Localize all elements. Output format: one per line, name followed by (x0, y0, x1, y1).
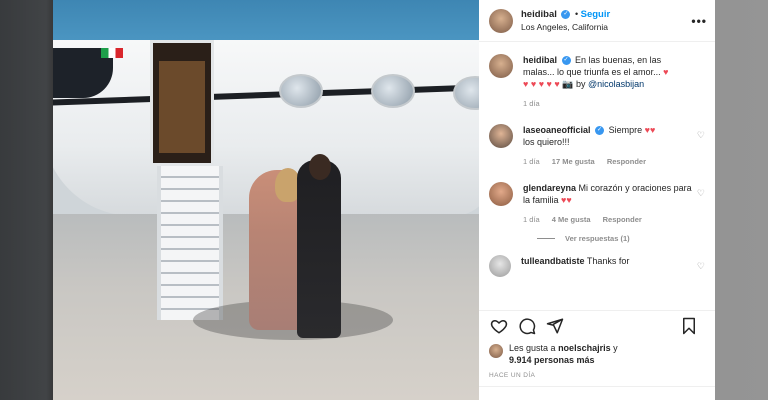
action-bar (479, 310, 715, 340)
caption: heidibal ✓ En las buenas, en las malas..… (489, 54, 705, 110)
commenter-username[interactable]: glendareyna (523, 183, 576, 193)
comment-like-icon[interactable]: ♡ (697, 261, 705, 272)
comment-like-icon[interactable]: ♡ (697, 188, 705, 199)
post-photo[interactable] (53, 0, 479, 400)
comment-text: Thanks for (586, 256, 630, 266)
caption-username[interactable]: heidibal (523, 55, 557, 65)
man-figure (297, 160, 341, 338)
liker-username[interactable]: noelschajris (558, 343, 611, 353)
heart-outline-icon[interactable] (489, 316, 509, 336)
jet-door (150, 40, 214, 166)
comment-item: laseoaneofficial ✓ Siempre ♥♥ los quiero… (489, 124, 705, 168)
jet-window (371, 74, 415, 108)
commenter-avatar[interactable] (489, 124, 513, 148)
commenter-username[interactable]: laseoaneofficial (523, 125, 591, 135)
likes-suffix: y (613, 343, 618, 353)
commenter-username[interactable]: tulleandbatiste (521, 256, 585, 266)
hearts-emoji: ♥♥ (561, 195, 572, 205)
author-avatar[interactable] (489, 8, 513, 33)
comment-bubble-icon[interactable] (517, 316, 537, 336)
caption-mention[interactable]: @nicolasbijan (588, 79, 644, 89)
comment-text-continued: los quiero!!! (523, 137, 570, 147)
comment-item: glendareyna Mi corazón y oraciones para … (489, 182, 705, 226)
verified-icon: ✓ (561, 10, 571, 20)
verified-icon: ✓ (595, 126, 605, 136)
hearts-emoji: ♥♥ (644, 125, 656, 135)
author-username[interactable]: heidibal (521, 9, 557, 20)
reply-button[interactable]: Responder (607, 157, 646, 166)
italy-flag-decal (101, 48, 123, 58)
likes-summary: Les gusta a noelschajris y 9.914 persona… (479, 340, 715, 368)
header-separator: • (574, 9, 579, 19)
comments-list[interactable]: heidibal ✓ En las buenas, en las malas..… (479, 42, 715, 310)
view-replies-button[interactable]: Ver respuestas (1) (537, 234, 705, 243)
comment-time[interactable]: 1 día (523, 157, 540, 166)
caption-by: by (575, 79, 586, 89)
jet-window (279, 74, 323, 108)
commenter-avatar[interactable] (489, 255, 511, 277)
more-options-icon[interactable]: ••• (691, 14, 707, 28)
hearts-emoji: ♥ ♥ ♥ ♥ ♥ (523, 79, 560, 89)
liker-avatar[interactable] (489, 344, 503, 358)
comment-likes[interactable]: 4 Me gusta (552, 215, 591, 224)
verified-icon: ✓ (561, 56, 571, 66)
man-head (309, 154, 331, 180)
comment-likes[interactable]: 17 Me gusta (552, 157, 595, 166)
likes-count[interactable]: 9.914 personas más (509, 355, 595, 365)
add-comment-area[interactable] (479, 386, 715, 400)
comment-time[interactable]: 1 día (523, 215, 540, 224)
post-side-panel: heidibal ✓ • Seguir Los Angeles, Califor… (479, 0, 715, 400)
comment-item: tulleandbatiste Thanks for ♡ (489, 255, 705, 277)
reply-button[interactable]: Responder (603, 215, 642, 224)
bookmark-icon[interactable] (679, 316, 699, 336)
comment-like-icon[interactable]: ♡ (697, 130, 705, 141)
caption-avatar[interactable] (489, 54, 513, 78)
paper-plane-icon[interactable] (545, 316, 565, 336)
post-time-ago[interactable]: HACE UN DÍA (479, 368, 715, 379)
likes-prefix: Les gusta a (509, 343, 556, 353)
caption-time[interactable]: 1 día (523, 99, 540, 108)
commenter-avatar[interactable] (489, 182, 513, 206)
post-location[interactable]: Los Angeles, California (521, 21, 610, 33)
jet-stairs (157, 166, 223, 320)
post-header: heidibal ✓ • Seguir Los Angeles, Califor… (479, 0, 715, 42)
heart-emoji: ♥ (663, 67, 669, 77)
follow-button[interactable]: Seguir (581, 9, 611, 20)
header-text: heidibal ✓ • Seguir Los Angeles, Califor… (521, 8, 610, 33)
camera-icon: 📷 (562, 79, 574, 89)
replies-line (537, 238, 555, 239)
comment-text: Siempre (608, 125, 643, 135)
view-replies-label: Ver respuestas (1) (565, 234, 630, 243)
